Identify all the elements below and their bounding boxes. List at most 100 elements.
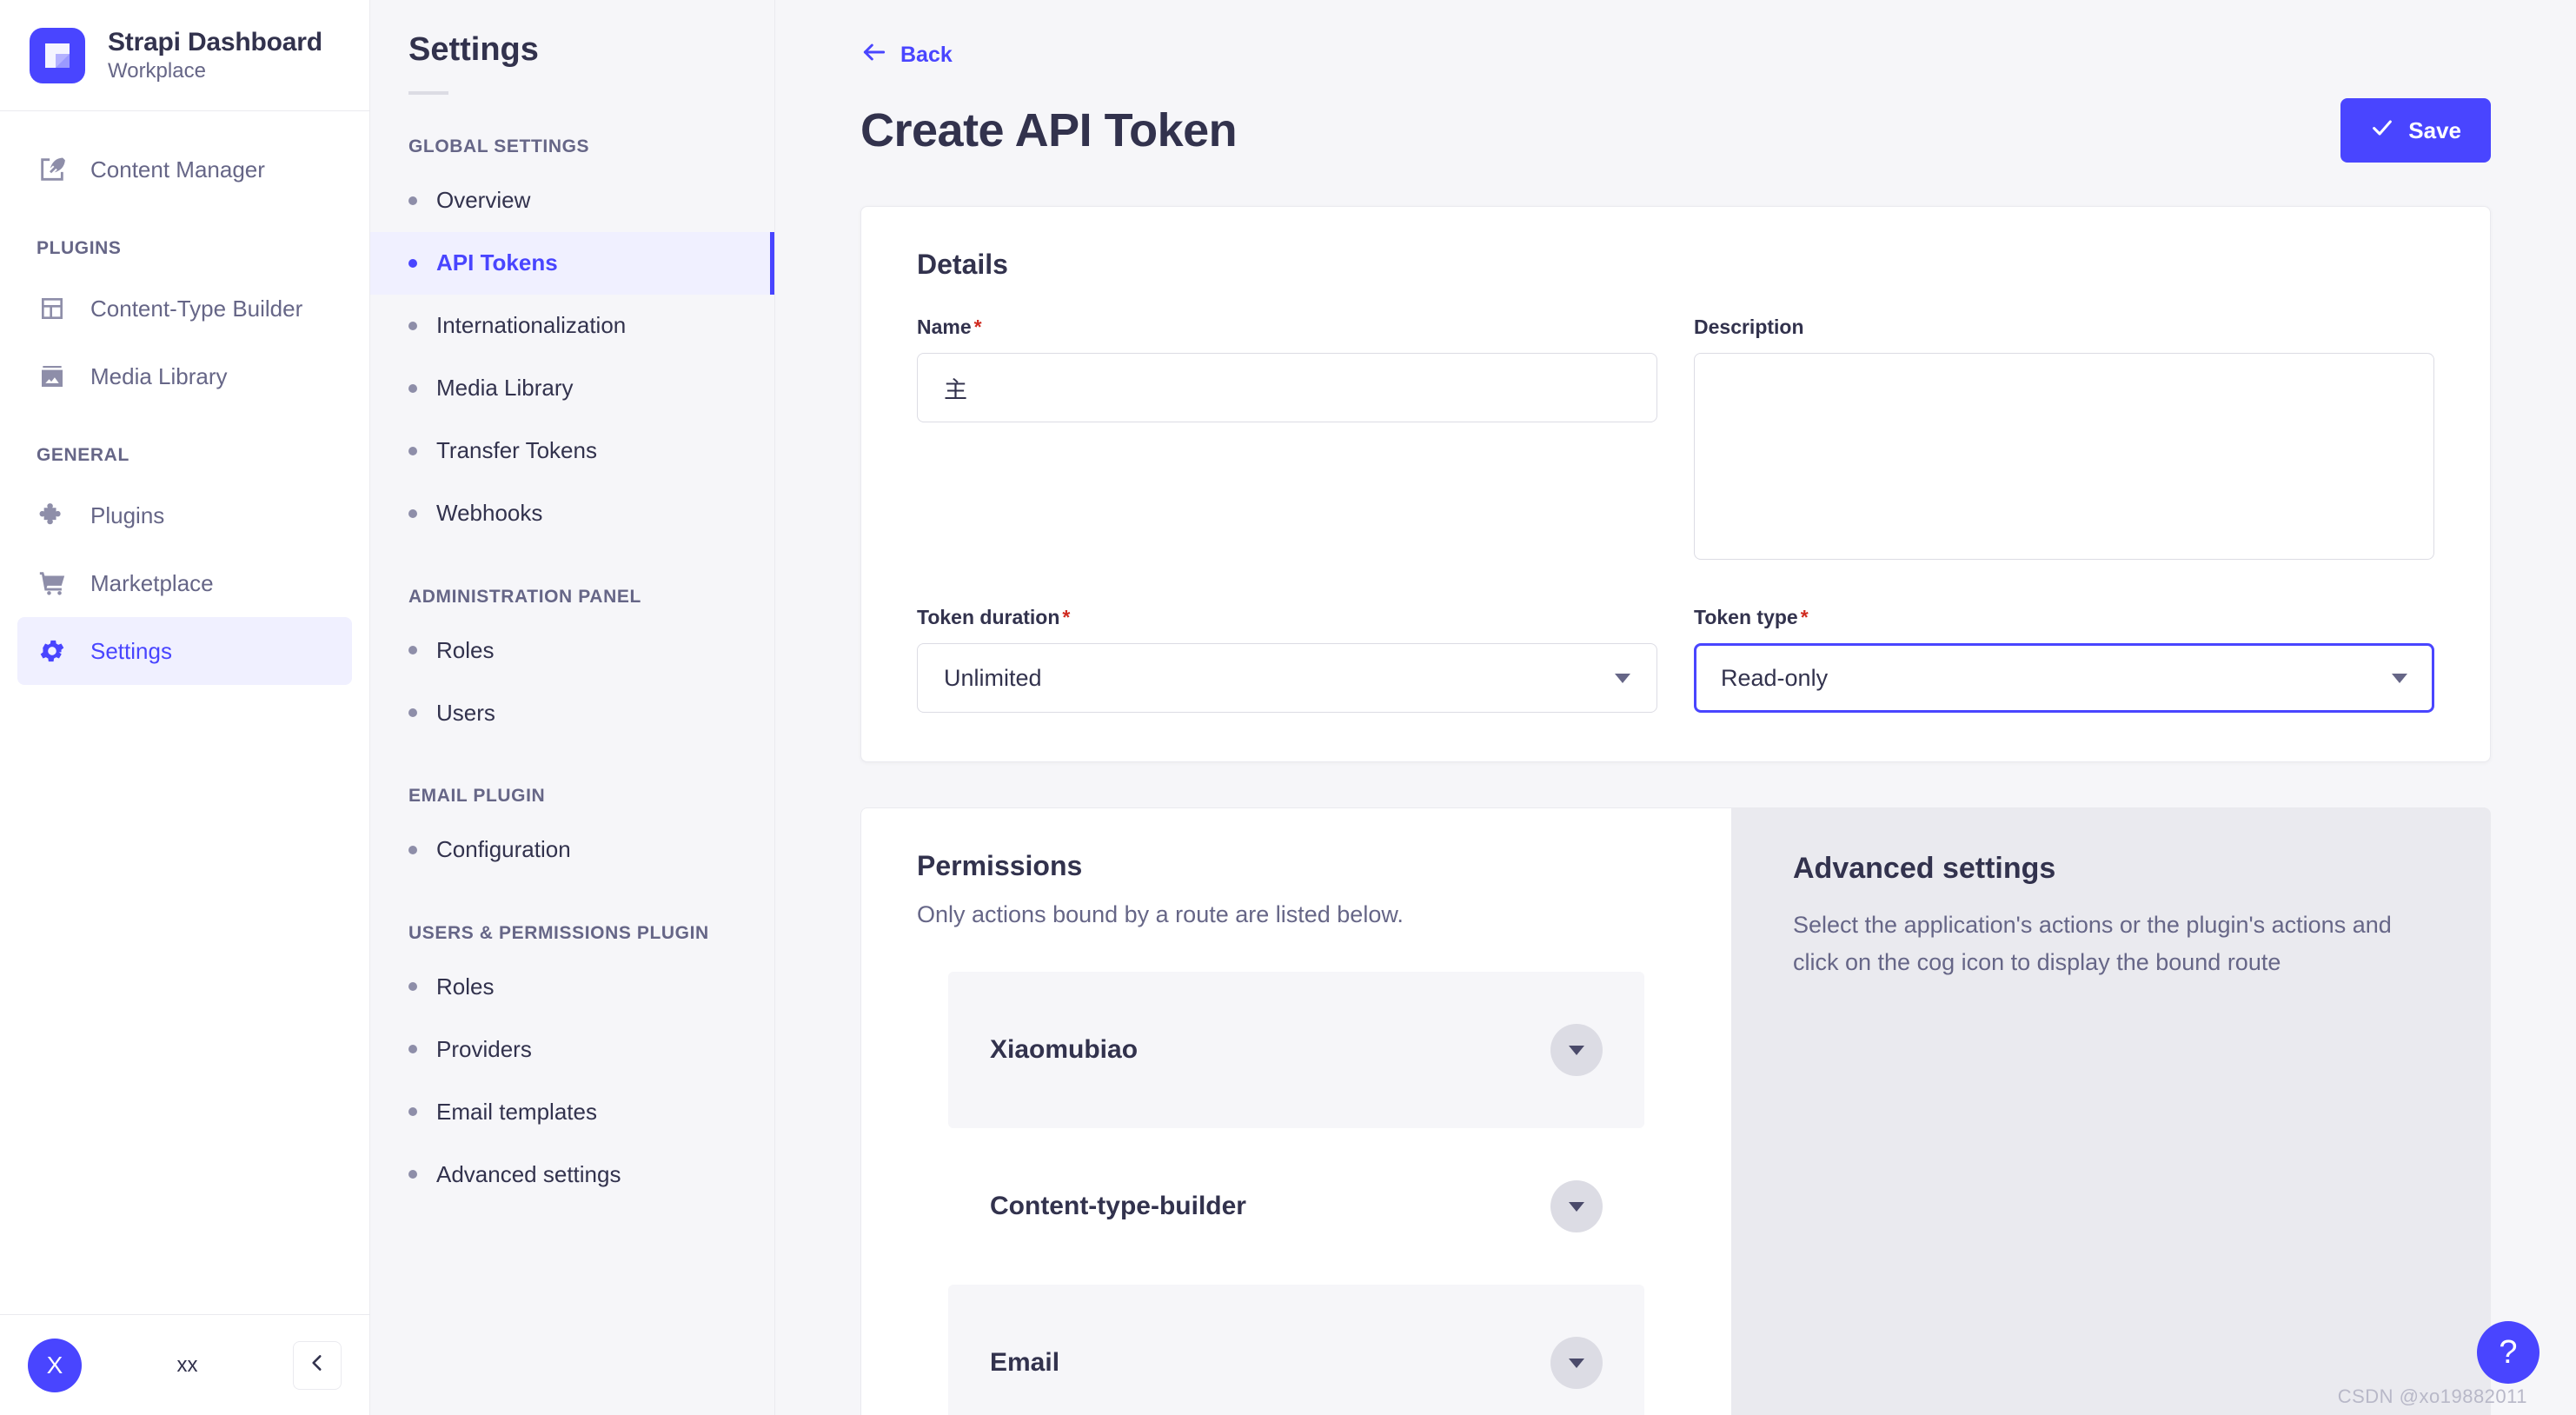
user-name: xx [176,1352,198,1377]
bullet-icon [408,383,417,393]
snav-item-label: Email templates [436,1098,597,1125]
sidebar-collapse-button[interactable] [293,1340,342,1390]
snav-item-media-library[interactable]: Media Library [370,357,774,420]
accordion-label: Email [990,1348,1060,1377]
snav-item-label: Roles [436,636,495,663]
bullet-icon [408,196,417,205]
snav-item-up-providers[interactable]: Providers [370,1018,774,1080]
sidebar-item-media-library[interactable]: Media Library [17,342,352,410]
bullet-icon [408,708,417,717]
snav-item-label: API Tokens [436,249,558,276]
arrow-left-icon [860,38,888,72]
sidebar-item-plugins[interactable]: Plugins [17,482,352,549]
brand-text: Strapi Dashboard Workplace [108,28,322,83]
gear-icon [37,635,68,667]
accordion-item-content-type-builder[interactable]: Content-type-builder [948,1128,1644,1285]
sidebar-item-settings[interactable]: Settings [17,617,352,685]
details-form: Name* Description Token duration* [917,316,2434,713]
snav-item-up-advanced-settings[interactable]: Advanced settings [370,1143,774,1206]
sidebar-item-label: Media Library [90,362,228,389]
sidebar-item-label: Plugins [90,502,165,528]
accordion-label: Content-type-builder [990,1192,1246,1220]
sidebar-item-marketplace[interactable]: Marketplace [17,549,352,617]
snav-item-admin-roles[interactable]: Roles [370,619,774,681]
main-nav-list: Content Manager PLUGINS Content-Type Bui… [0,111,369,1314]
description-field-group: Description [1694,316,2434,564]
accordion-item-xiaomubiao[interactable]: Xiaomubiao [948,972,1644,1128]
snav-item-label: Webhooks [436,500,543,526]
settings-subnav: Settings GLOBAL SETTINGS Overview API To… [370,0,775,1415]
name-field-group: Name * [917,316,1657,564]
permissions-card: Permissions Only actions bound by a rout… [860,807,1731,1415]
chevron-left-icon [306,1352,329,1378]
chevron-down-icon [1569,1045,1584,1055]
snav-group-administration-panel-label: ADMINISTRATION PANEL [408,586,641,607]
sidebar-item-label: Marketplace [90,569,214,596]
snav-item-up-roles[interactable]: Roles [370,955,774,1018]
advanced-settings-text: Select the application's actions or the … [1793,912,2392,976]
details-card: Details Name* Description [860,206,2491,762]
advanced-settings-title: Advanced settings [1793,852,2056,885]
snav-item-label: Providers [436,1035,532,1062]
accordion-toggle-button[interactable] [1550,1024,1603,1076]
save-label: Save [2408,116,2461,143]
chevron-down-icon [2392,673,2407,683]
brand-header[interactable]: Strapi Dashboard Workplace [0,0,369,111]
chevron-down-icon [1615,673,1630,683]
snav-item-webhooks[interactable]: Webhooks [370,482,774,545]
snav-item-label: Advanced settings [436,1160,621,1187]
accordion-toggle-button[interactable] [1550,1180,1603,1232]
snav-group-email-plugin-label: EMAIL PLUGIN [408,786,546,806]
bullet-icon [408,1107,417,1116]
help-button[interactable]: ? [2477,1321,2539,1384]
snav-item-admin-users[interactable]: Users [370,681,774,744]
accordion-label: Xiaomubiao [990,1035,1139,1064]
snav-item-email-configuration[interactable]: Configuration [370,819,774,881]
snav-item-label: Overview [436,187,531,213]
brand-subtitle: Workplace [108,58,206,83]
snav-item-transfer-tokens[interactable]: Transfer Tokens [370,420,774,482]
layout-icon [37,293,68,324]
snav-item-label: Roles [436,973,495,1000]
save-button[interactable]: Save [2340,98,2491,163]
advanced-settings-panel: Advanced settings Select the application… [1731,807,2491,1415]
description-label: Description [1694,316,1804,338]
token-type-select[interactable]: Read-only [1694,643,2434,713]
check-icon [2370,116,2394,146]
snav-item-label: Media Library [436,375,574,401]
feather-icon [37,154,68,185]
sidebar-item-label: Content-Type Builder [90,295,303,322]
bullet-icon [408,508,417,518]
token-type-label: Token type * [1694,606,1809,628]
snav-item-label: Users [436,699,495,726]
snav-item-overview[interactable]: Overview [370,169,774,232]
user-bar: X xx [0,1314,369,1415]
back-link[interactable]: Back [860,38,953,72]
name-label: Name * [917,316,982,338]
description-textarea[interactable] [1694,353,2434,560]
bullet-icon [408,1170,417,1179]
accordion-item-email[interactable]: Email [948,1285,1644,1415]
snav-item-internationalization[interactable]: Internationalization [370,295,774,357]
details-heading: Details [917,249,1008,280]
required-marker: * [1062,606,1071,628]
token-duration-field-group: Token duration * Unlimited [917,606,1657,713]
snav-item-up-email-templates[interactable]: Email templates [370,1080,774,1143]
name-input[interactable] [917,353,1657,422]
page-title: Create API Token [860,104,1238,156]
avatar[interactable]: X [28,1338,82,1392]
sidebar-item-label: Settings [90,637,172,664]
sidebar-item-content-type-builder[interactable]: Content-Type Builder [17,275,352,342]
required-marker: * [973,316,982,338]
token-duration-value: Unlimited [944,664,1042,691]
permissions-heading: Permissions [917,850,1083,881]
bullet-icon [408,1045,417,1053]
snav-item-api-tokens[interactable]: API Tokens [370,231,774,295]
sidebar-item-content-manager[interactable]: Content Manager [17,136,352,203]
main-sidebar: Strapi Dashboard Workplace Content Manag… [0,0,370,1415]
token-type-field-group: Token type * Read-only [1694,606,2434,713]
accordion-toggle-button[interactable] [1550,1337,1603,1389]
app-root: Strapi Dashboard Workplace Content Manag… [0,0,2576,1415]
bullet-icon [408,845,417,854]
token-duration-select[interactable]: Unlimited [917,643,1657,713]
